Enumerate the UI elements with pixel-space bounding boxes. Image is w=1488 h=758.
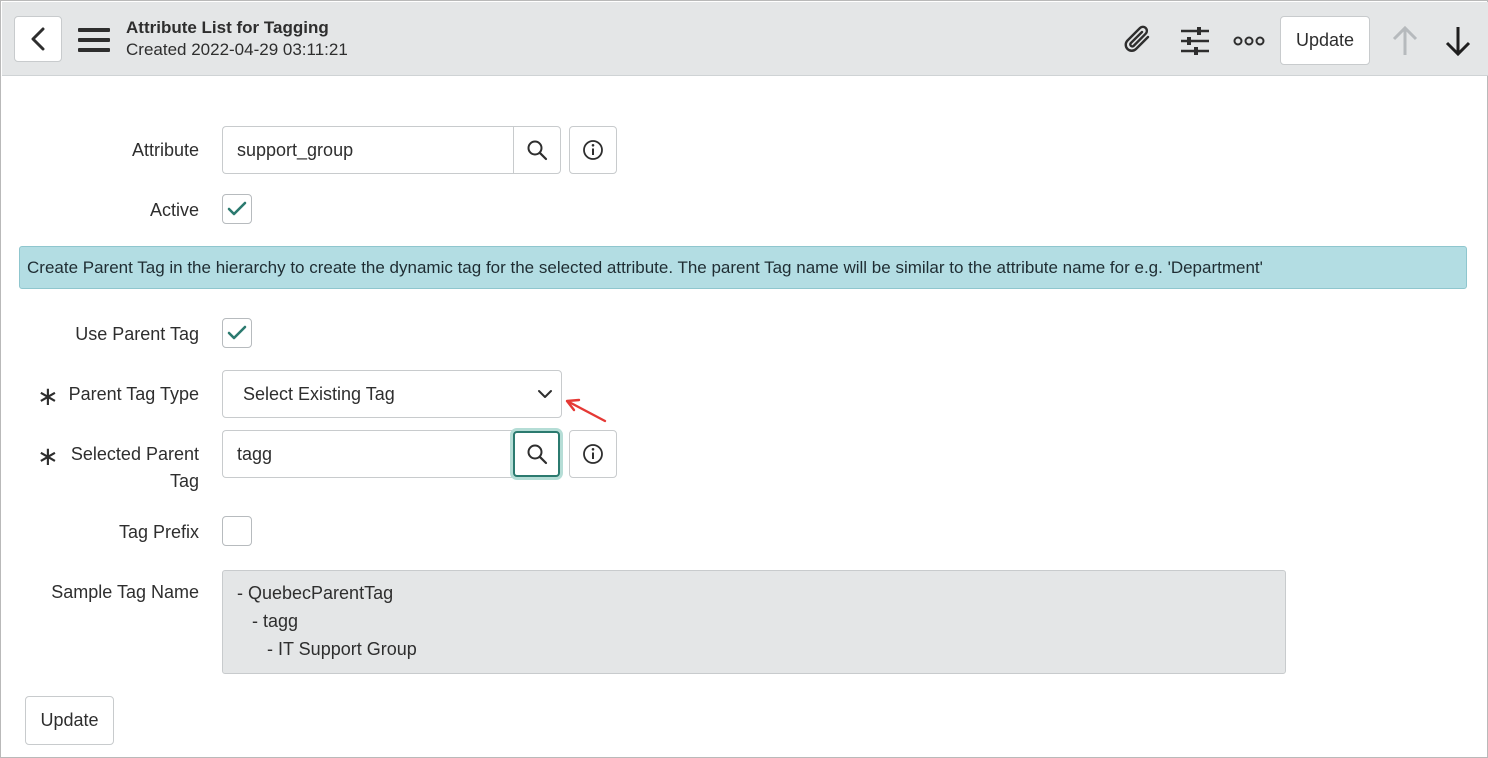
attachment-button[interactable] <box>1121 22 1157 58</box>
sample-tag-name-field: - QuebecParentTag - tagg - IT Support Gr… <box>222 570 1286 674</box>
search-icon <box>527 444 547 465</box>
attribute-input[interactable]: support_group <box>222 126 514 174</box>
next-record-button[interactable] <box>1442 24 1474 58</box>
selected-parent-tag-label-line1: Selected Parent <box>70 444 199 464</box>
previous-record-button[interactable] <box>1389 24 1421 58</box>
chevron-down-icon <box>538 390 552 398</box>
hamburger-menu-button[interactable] <box>78 26 110 54</box>
sample-tag-line: - tagg <box>237 611 299 631</box>
info-message-banner: Create Parent Tag in the hierarchy to cr… <box>19 246 1467 289</box>
paperclip-icon <box>1124 25 1150 52</box>
back-icon <box>31 27 45 51</box>
sample-tag-line: - QuebecParentTag <box>237 583 394 603</box>
form-header: Attribute List for Tagging Created 2022-… <box>2 2 1488 76</box>
personalize-form-button[interactable] <box>1178 24 1212 58</box>
selected-parent-tag-lookup-button[interactable] <box>513 431 560 477</box>
search-icon <box>527 140 548 161</box>
back-button[interactable] <box>14 16 62 62</box>
sliders-icon <box>1181 27 1209 55</box>
sample-tag-name-label: Sample Tag Name <box>51 582 199 602</box>
sample-tag-line: - IT Support Group <box>237 639 417 659</box>
selected-parent-tag-info-button[interactable] <box>569 430 617 478</box>
attribute-lookup-button[interactable] <box>513 126 561 174</box>
hamburger-menu-icon <box>78 28 110 52</box>
parent-tag-type-label: Parent Tag Type <box>68 384 199 404</box>
page-title: Attribute List for Tagging <box>126 18 329 37</box>
tag-prefix-label: Tag Prefix <box>118 522 199 542</box>
active-checkbox[interactable] <box>222 194 252 224</box>
info-icon <box>583 444 603 464</box>
selected-parent-tag-input[interactable]: tagg <box>222 430 514 478</box>
required-asterisk: ∗ <box>37 441 59 471</box>
required-asterisk: ∗ <box>37 381 59 411</box>
attribute-label: Attribute <box>131 140 199 160</box>
active-label: Active <box>149 200 199 220</box>
parent-tag-type-value: Select Existing Tag <box>243 383 395 404</box>
info-icon <box>583 140 603 160</box>
more-icon <box>1233 36 1265 46</box>
form-window: Attribute List for Tagging Created 2022-… <box>0 0 1488 758</box>
header-update-button[interactable]: Update <box>1280 16 1370 65</box>
page-subtitle: Created 2022-04-29 03:11:21 <box>126 40 348 59</box>
more-options-button[interactable] <box>1232 30 1266 52</box>
checkmark-icon <box>227 201 247 216</box>
annotation-arrow-icon <box>565 398 607 423</box>
arrow-down-icon <box>1445 27 1471 57</box>
use-parent-tag-checkbox[interactable] <box>222 318 252 348</box>
checkmark-icon <box>227 325 247 340</box>
selected-parent-tag-label-line2: Tag <box>169 471 199 491</box>
arrow-up-icon <box>1392 25 1418 55</box>
footer-update-button[interactable]: Update <box>25 696 114 745</box>
parent-tag-type-select[interactable]: Select Existing Tag <box>222 370 562 418</box>
tag-prefix-checkbox[interactable] <box>222 516 252 546</box>
attribute-info-button[interactable] <box>569 126 617 174</box>
use-parent-tag-label: Use Parent Tag <box>75 324 199 344</box>
